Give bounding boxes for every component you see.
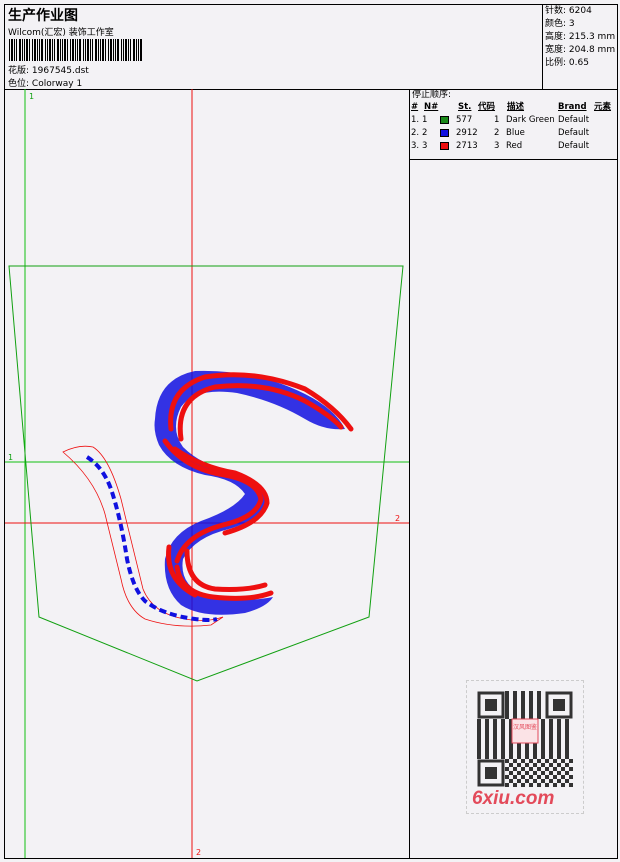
row-brand: Default [558,141,590,151]
table-header: # N# St. 代码 描述 Brand 元素 [410,101,618,114]
qr-center-badge [511,718,539,744]
row-index: 3. [411,141,420,151]
guide-label-v2: 2 [196,848,201,857]
panel-divider [410,159,618,160]
color-swatch [440,116,449,124]
col-stitches: St. [458,102,472,112]
table-row: 1. 1 577 1 Dark Green Default [410,114,618,127]
row-code: 2 [494,128,500,138]
color-sequence-table: # N# St. 代码 描述 Brand 元素 1. 1 577 1 Dark Gree… [410,101,618,153]
row-brand: Default [558,115,590,125]
guide-label-h2: 2 [395,514,400,523]
barcode [9,39,142,61]
color-count: 颜色: 3 [545,19,575,29]
table-row: 3. 3 2713 3 Red Default [410,140,618,153]
row-description: Red [506,141,523,151]
design-canvas: 1 1 2 2 [5,89,409,858]
row-index: 2. [411,128,420,138]
guide-label-v1: 1 [29,92,34,101]
col-index: # [411,102,419,112]
row-number: 3 [422,141,428,151]
row-number: 2 [422,128,428,138]
color-swatch [440,142,449,150]
colorway-label: 色位: [8,79,30,89]
row-index: 1. [411,115,420,125]
row-code: 3 [494,141,500,151]
colorway-line: 色位: Colorway 1 [8,76,82,89]
design-width: 宽度: 204.8 mm [545,45,616,55]
row-stitches: 2912 [456,128,478,138]
sheet-title: 生产作业图 [8,8,78,24]
qr-badge-text: 汉风图鉴 [513,723,537,731]
col-brand: Brand [558,102,587,112]
col-description: 描述 [507,102,525,112]
colorway-value: Colorway 1 [31,79,83,89]
row-description: Dark Green [506,115,555,125]
design-stats: 针数: 6204 颜色: 3 高度: 215.3 mm 宽度: 204.8 mm… [542,5,618,89]
design-label: 花版: [8,66,30,76]
row-brand: Default [558,128,590,138]
sheet-header: 生产作业图 Wilcom(汇宏) 装饰工作室 花版: 1967545.dst 色… [5,5,617,90]
row-code: 1 [494,115,500,125]
row-stitches: 577 [456,115,473,125]
row-description: Blue [506,128,525,138]
stop-sequence-title: 停止顺序: [412,90,452,100]
company-name: Wilcom(汇宏) 装饰工作室 [8,28,114,38]
stitch-count: 针数: 6204 [545,6,592,16]
row-number: 1 [422,115,428,125]
col-element: 元素 [594,102,612,112]
color-swatch [440,129,449,137]
guide-label-h1: 1 [8,453,13,462]
row-stitches: 2713 [456,141,478,151]
design-file-line: 花版: 1967545.dst [8,63,89,76]
site-watermark: 6xiu.com [472,788,555,809]
table-row: 2. 2 2912 2 Blue Default [410,127,618,140]
col-code: 代码 [478,102,496,112]
embroidery-preview: 1 1 2 2 [5,89,409,858]
design-height: 高度: 215.3 mm [545,32,616,42]
col-number: N# [424,102,439,112]
design-scale: 比例: 0.65 [545,58,589,68]
design-file: 1967545.dst [31,66,89,76]
